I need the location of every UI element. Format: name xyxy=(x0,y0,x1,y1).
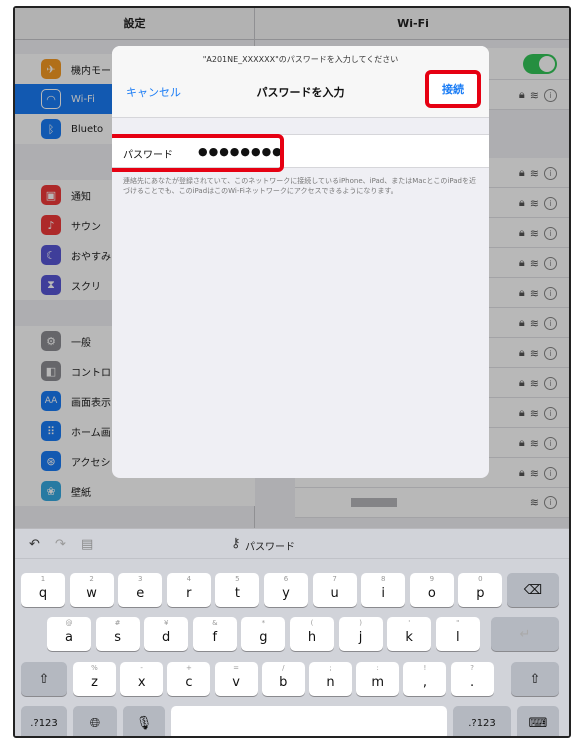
keyboard-icon: ⌨ xyxy=(528,715,548,731)
key-a[interactable]: @ a xyxy=(47,617,91,651)
return-key[interactable]: ↵ xyxy=(491,617,559,651)
microphone-icon: 🎙︎ xyxy=(135,715,153,731)
key-v[interactable]: = v xyxy=(214,662,258,696)
key-c[interactable]: + c xyxy=(167,662,211,696)
key-g[interactable]: * g xyxy=(241,617,286,651)
key-u[interactable]: 7u xyxy=(312,573,357,607)
software-keyboard: ↶ ↷ ▤ ⚷ パスワード 1 q 2 w 3 e 4 r 5 t 6 y 7 u 8 i 9 o 0 p @ a # s ¥ d… xyxy=(15,528,569,736)
numbers-key-right[interactable]: .?123 xyxy=(453,706,511,736)
key-i[interactable]: 8i xyxy=(361,573,406,607)
key-e[interactable]: 3e xyxy=(118,573,163,607)
globe-key[interactable]: 🌐︎ xyxy=(73,706,117,736)
key-q[interactable]: 1q xyxy=(21,573,65,607)
cancel-button[interactable]: キャンセル xyxy=(126,84,181,100)
keyboard-shortcut-bar: ↶ ↷ ▤ ⚷ パスワード xyxy=(15,529,569,559)
dictation-key[interactable]: 🎙︎ xyxy=(123,706,165,736)
key-n[interactable]: ; n xyxy=(309,662,352,696)
shift-key-left[interactable]: ⇧ xyxy=(21,662,67,696)
key-b[interactable]: / b xyxy=(261,662,305,696)
key-w[interactable]: 2w xyxy=(69,573,114,607)
key-o[interactable]: 9o xyxy=(409,573,454,607)
key-h[interactable]: (h xyxy=(290,617,334,651)
numbers-key-left[interactable]: .?123 xyxy=(21,706,67,736)
key-p[interactable]: 0p xyxy=(458,573,503,607)
shift-key-right[interactable]: ⇧ xyxy=(511,662,559,696)
dialog-note: 連絡先にあなたが登録されていて、このネットワークに接続しているiPhone、iP… xyxy=(123,177,476,195)
key-d[interactable]: ¥ d xyxy=(144,617,189,651)
key-k[interactable]: ' k xyxy=(387,617,432,651)
redo-icon[interactable]: ↷ xyxy=(55,537,66,552)
undo-icon[interactable]: ↶ xyxy=(29,537,40,552)
key-z[interactable]: % z xyxy=(73,662,116,696)
backspace-icon: ⌫ xyxy=(523,582,543,598)
key-l[interactable]: " l xyxy=(435,617,480,651)
password-highlight-box xyxy=(112,134,284,172)
space-key[interactable] xyxy=(171,706,447,736)
dialog-prompt: "A201NE_XXXXXX"のパスワードを入力してください xyxy=(202,55,399,64)
password-dialog: "A201NE_XXXXXX"のパスワードを入力してください キャンセル パスワ… xyxy=(112,46,489,478)
key-m[interactable]: :m xyxy=(356,662,400,696)
keyboard-dismiss-key[interactable]: ⌨ xyxy=(517,706,559,736)
key-y[interactable]: 6y xyxy=(264,573,308,607)
return-icon: ↵ xyxy=(519,626,531,642)
dialog-header: "A201NE_XXXXXX"のパスワードを入力してください キャンセル パスワ… xyxy=(112,46,489,118)
key-s[interactable]: # s xyxy=(95,617,140,651)
connect-button[interactable]: 接続 xyxy=(425,70,481,108)
keyboard-bar-label: パスワード xyxy=(245,542,295,553)
key-x[interactable]: -x xyxy=(120,662,164,696)
shift-icon: ⇧ xyxy=(529,671,541,687)
ipad-screen: 設定 ✈ 機内モー ◠ Wi-Fi ᛒ Blueto ▣ 通知 ♪ サウン ☾ おやすみ ⧗… xyxy=(13,6,571,738)
key-icon: ⚷ xyxy=(231,536,241,551)
paste-icon[interactable]: ▤ xyxy=(81,537,93,552)
delete-key[interactable]: ⌫ xyxy=(507,573,559,607)
key-j[interactable]: ) j xyxy=(338,617,383,651)
key-r[interactable]: 4r xyxy=(166,573,211,607)
shift-icon: ⇧ xyxy=(38,671,50,687)
globe-icon: 🌐︎ xyxy=(89,715,101,731)
key-,[interactable]: !, xyxy=(403,662,447,696)
key-f[interactable]: & f xyxy=(192,617,237,651)
key-t[interactable]: 5t xyxy=(215,573,260,607)
key-.[interactable]: ?. xyxy=(450,662,494,696)
